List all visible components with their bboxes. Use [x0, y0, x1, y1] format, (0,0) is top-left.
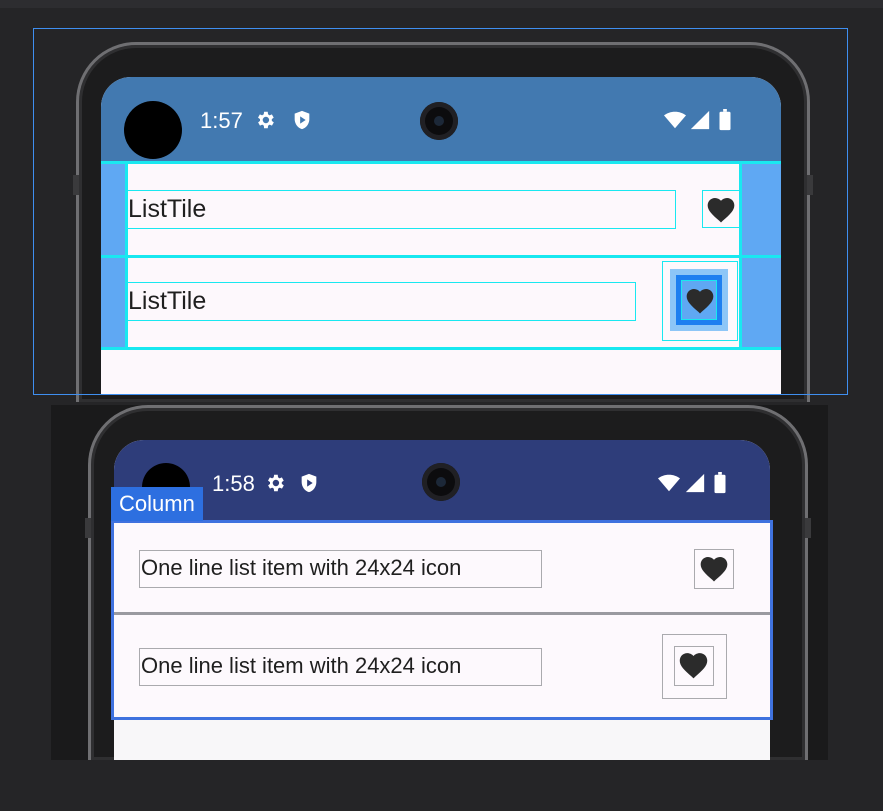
battery-icon	[714, 472, 726, 494]
window-top-bar	[0, 0, 883, 8]
heart-icon	[700, 557, 728, 582]
signal-icon	[685, 473, 705, 493]
list-item-text: One line list item with 24x24 icon	[139, 550, 542, 588]
side-button	[85, 518, 91, 538]
status-time: 1:58	[212, 471, 255, 496]
shield-icon	[301, 473, 317, 493]
settings-icon	[268, 474, 284, 492]
preview-selection-outline[interactable]	[33, 28, 848, 395]
camera-cutout	[422, 463, 460, 501]
list-item-2[interactable]: One line list item with 24x24 icon	[114, 615, 770, 717]
list-item-text: One line list item with 24x24 icon	[139, 648, 542, 686]
column-selection-box[interactable]: One line list item with 24x24 icon One l…	[111, 520, 773, 720]
status-bar: 1:58	[114, 440, 770, 524]
side-button	[805, 518, 811, 538]
column-selection-label: Column	[111, 487, 203, 521]
heart-icon	[679, 653, 708, 679]
trailing-icon-box[interactable]	[694, 549, 734, 589]
wifi-icon	[658, 474, 680, 492]
icon-button-bounds[interactable]	[662, 634, 727, 699]
list-item-1[interactable]: One line list item with 24x24 icon	[114, 523, 770, 612]
icon-button-inner	[674, 646, 714, 686]
